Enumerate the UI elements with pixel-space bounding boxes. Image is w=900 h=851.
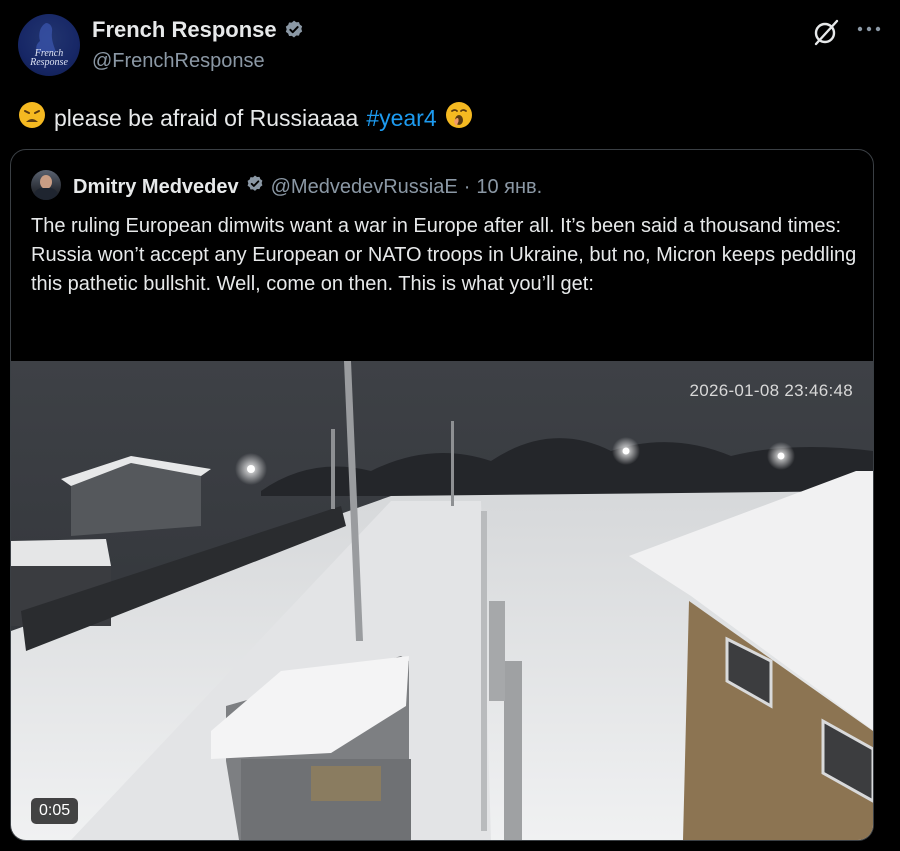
grok-icon[interactable] (812, 18, 840, 46)
quoted-post-header: Dmitry Medvedev @MedvedevRussiaE · 10 ян… (73, 174, 542, 200)
video-duration-badge[interactable]: 0:05 (31, 798, 79, 824)
avatar-logo-text: French Response (30, 48, 68, 68)
quoted-post-text: The ruling European dimwits want a war i… (31, 215, 857, 295)
verified-badge-icon[interactable] (245, 174, 265, 200)
author-display-name[interactable]: French Response (92, 17, 277, 43)
post-body: please be afraid of Russiaaaa (54, 104, 359, 131)
post-text: please be afraid of Russiaaaa #year4 (18, 101, 473, 135)
snowy-village-video-frame (11, 361, 873, 840)
quoted-author-avatar[interactable] (31, 170, 61, 200)
hashtag-link[interactable]: #year4 (366, 105, 436, 132)
more-options-icon[interactable] (855, 22, 883, 36)
yawning-face-emoji-icon (445, 101, 473, 135)
quoted-author-name[interactable]: Dmitry Medvedev (73, 176, 239, 199)
quoted-post-date[interactable]: 10 янв. (476, 176, 542, 199)
video-timestamp-overlay: 2026-01-08 23:46:48 (689, 381, 853, 400)
author-name-row[interactable]: French Response (92, 17, 305, 43)
verified-badge-icon[interactable] (283, 19, 305, 41)
video-player[interactable]: 2026-01-08 23:46:48 0:05 (11, 361, 873, 840)
weary-face-emoji-icon (18, 101, 46, 135)
author-avatar[interactable]: French Response (18, 14, 80, 76)
separator-dot: · (463, 175, 471, 198)
quoted-post-card[interactable]: Dmitry Medvedev @MedvedevRussiaE · 10 ян… (10, 149, 874, 841)
quoted-author-handle[interactable]: @MedvedevRussiaE (271, 176, 458, 199)
author-handle[interactable]: @FrenchResponse (92, 50, 265, 73)
